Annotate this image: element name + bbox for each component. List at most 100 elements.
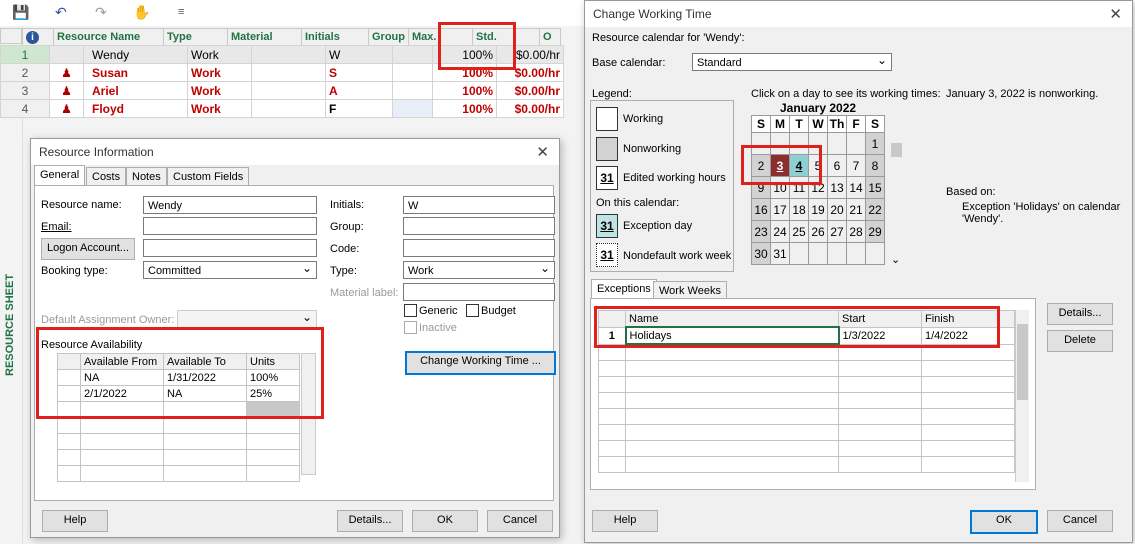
calendar-day[interactable]: 19: [808, 198, 828, 221]
initials-cell[interactable]: A: [325, 81, 393, 100]
calendar-day[interactable]: 6: [827, 154, 847, 177]
help-button[interactable]: Help: [42, 510, 108, 532]
calendar-day[interactable]: 13: [827, 176, 847, 199]
logon-account-input[interactable]: [143, 239, 317, 257]
undo-icon[interactable]: ↶: [55, 4, 67, 21]
table-row[interactable]: 3 ♟ Ariel Work A 100% $0.00/hr: [0, 81, 564, 100]
table-row[interactable]: [598, 392, 1015, 409]
calendar-day[interactable]: 29: [865, 220, 885, 243]
base-calendar-select[interactable]: Standard: [692, 51, 892, 71]
table-row[interactable]: [598, 424, 1015, 441]
type-cell[interactable]: Work: [187, 81, 252, 100]
calendar-day[interactable]: 14: [846, 176, 866, 199]
calendar-day[interactable]: 15: [865, 176, 885, 199]
tab-costs[interactable]: Costs: [86, 167, 127, 186]
column-header[interactable]: Type: [163, 28, 228, 46]
resource-name-input[interactable]: Wendy: [143, 196, 317, 214]
group-cell[interactable]: [392, 63, 433, 82]
row-number[interactable]: 1: [0, 45, 50, 64]
initials-cell[interactable]: W: [325, 45, 393, 64]
column-header[interactable]: Initials: [301, 28, 369, 46]
table-row[interactable]: [598, 440, 1015, 457]
column-header[interactable]: Group: [368, 28, 409, 46]
group-cell[interactable]: [392, 45, 433, 64]
std-rate-cell[interactable]: $0.00/hr: [496, 81, 564, 100]
type-select[interactable]: Work: [403, 259, 555, 279]
group-cell[interactable]: [392, 81, 433, 100]
material-cell[interactable]: [251, 45, 326, 64]
tab-notes[interactable]: Notes: [126, 167, 167, 186]
delete-button[interactable]: Delete: [1047, 330, 1113, 352]
calendar-day[interactable]: 20: [827, 198, 847, 221]
calendar-day[interactable]: 30: [751, 242, 771, 265]
close-icon[interactable]: ✕: [536, 143, 549, 161]
type-cell[interactable]: Work: [187, 99, 252, 118]
resource-name-cell[interactable]: Susan: [83, 63, 188, 82]
calendar-day[interactable]: 18: [789, 198, 809, 221]
calendar-day[interactable]: 22: [865, 198, 885, 221]
tab-exceptions[interactable]: Exceptions: [591, 279, 657, 300]
max-units-cell[interactable]: 100%: [432, 81, 497, 100]
material-label-input[interactable]: [403, 283, 555, 301]
customize-toolbar-icon[interactable]: ≡: [178, 6, 184, 18]
booking-type-select[interactable]: Committed: [143, 259, 317, 279]
exceptions-scroll-thumb[interactable]: [1017, 324, 1028, 400]
code-input[interactable]: [403, 239, 555, 257]
table-row[interactable]: [57, 449, 300, 466]
column-header[interactable]: O: [539, 28, 561, 46]
group-cell[interactable]: [392, 99, 433, 118]
redo-icon[interactable]: ↷: [95, 4, 107, 21]
calendar-day[interactable]: 26: [808, 220, 828, 243]
tab-custom-fields[interactable]: Custom Fields: [167, 167, 250, 186]
exception-details-button[interactable]: Details...: [1047, 303, 1113, 325]
type-cell[interactable]: Work: [187, 63, 252, 82]
table-row[interactable]: [598, 408, 1015, 425]
change-working-time-button[interactable]: Change Working Time ...: [405, 351, 556, 375]
calendar-day[interactable]: 31: [770, 242, 790, 265]
close-icon[interactable]: ✕: [1109, 5, 1122, 23]
initials-cell[interactable]: F: [325, 99, 393, 118]
calendar-day[interactable]: 23: [751, 220, 771, 243]
exceptions-scrollbar[interactable]: [1015, 310, 1029, 482]
type-cell[interactable]: Work: [187, 45, 252, 64]
cancel-button[interactable]: Cancel: [1047, 510, 1113, 532]
calendar-day[interactable]: 21: [846, 198, 866, 221]
calendar-day[interactable]: 25: [789, 220, 809, 243]
resource-name-cell[interactable]: Ariel: [83, 81, 188, 100]
table-row[interactable]: [598, 376, 1015, 393]
calendar-day[interactable]: 27: [827, 220, 847, 243]
calendar-day[interactable]: 17: [770, 198, 790, 221]
cancel-button[interactable]: Cancel: [487, 510, 553, 532]
material-cell[interactable]: [251, 99, 326, 118]
row-number[interactable]: 2: [0, 63, 50, 82]
generic-checkbox[interactable]: [404, 304, 417, 317]
calendar-day[interactable]: 16: [751, 198, 771, 221]
calendar-day[interactable]: 24: [770, 220, 790, 243]
row-number[interactable]: 3: [0, 81, 50, 100]
table-row[interactable]: 4 ♟ Floyd Work F 100% $0.00/hr: [0, 99, 564, 118]
column-header[interactable]: Material: [227, 28, 302, 46]
std-rate-cell[interactable]: $0.00/hr: [496, 99, 564, 118]
logon-account-button[interactable]: Logon Account...: [41, 238, 135, 260]
max-units-cell[interactable]: 100%: [432, 99, 497, 118]
table-row[interactable]: [598, 360, 1015, 377]
table-row[interactable]: [57, 465, 300, 482]
initials-cell[interactable]: S: [325, 63, 393, 82]
touch-mode-icon[interactable]: ✋: [133, 4, 150, 21]
default-owner-select[interactable]: [177, 308, 317, 328]
email-input[interactable]: [143, 217, 317, 235]
calendar-scroll-thumb[interactable]: [891, 143, 902, 157]
save-icon[interactable]: 💾: [12, 4, 29, 21]
tab-general[interactable]: General: [34, 165, 86, 186]
details-button[interactable]: Details...: [337, 510, 403, 532]
inactive-checkbox[interactable]: [404, 321, 417, 334]
table-row[interactable]: [57, 417, 300, 434]
ok-button[interactable]: OK: [412, 510, 478, 532]
help-button[interactable]: Help: [592, 510, 658, 532]
group-input[interactable]: [403, 217, 555, 235]
material-cell[interactable]: [251, 81, 326, 100]
ok-button[interactable]: OK: [970, 510, 1038, 534]
resource-name-cell[interactable]: Floyd: [83, 99, 188, 118]
row-number[interactable]: 4: [0, 99, 50, 118]
column-header[interactable]: Resource Name: [53, 28, 164, 46]
